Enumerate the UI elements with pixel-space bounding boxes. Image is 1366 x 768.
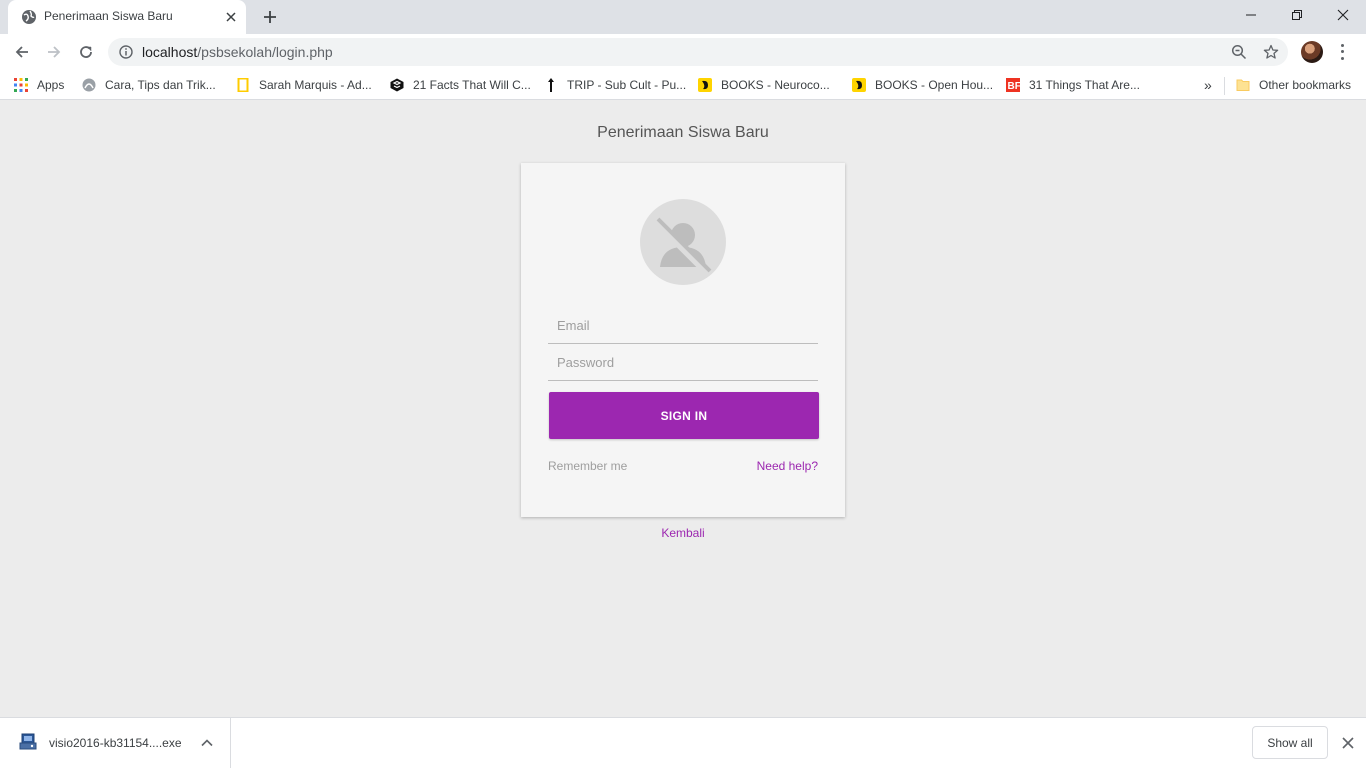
close-icon [1337,9,1349,21]
folder-icon [1236,78,1250,92]
address-bar[interactable]: localhost/psbsekolah/login.php [108,38,1288,66]
svg-text:BF: BF [1008,81,1021,92]
chevron-double-right-icon: » [1204,77,1212,93]
browser-menu-button[interactable] [1337,42,1347,62]
user-avatar-icon [640,199,726,285]
show-all-button[interactable]: Show all [1252,726,1328,759]
back-link[interactable]: Kembali [0,526,1366,540]
profile-avatar[interactable] [1301,41,1323,63]
chevron-up-icon[interactable] [199,735,215,751]
bookmark-item[interactable]: BOOKS - Open Hou... [852,76,993,94]
url-host: localhost [142,44,198,60]
password-input[interactable] [548,345,818,380]
bookmark-label: Cara, Tips dan Trik... [105,78,216,92]
download-shelf: visio2016-kb31154....exe Show all [0,717,1366,768]
bookmark-label: 31 Things That Are... [1029,78,1140,92]
tab-title: Penerimaan Siswa Baru [44,9,173,23]
bf-icon: BF [1006,78,1020,92]
download-item[interactable]: visio2016-kb31154....exe [0,718,231,768]
login-card: SIGN IN Remember me Need help? [521,163,845,517]
close-window-button[interactable] [1320,0,1366,30]
bookmark-item[interactable]: BF 31 Things That Are... [1006,76,1140,94]
page-title: Penerimaan Siswa Baru [597,124,769,141]
bookmark-label: BOOKS - Open Hou... [875,78,994,92]
site-icon [82,78,96,92]
info-icon[interactable] [119,45,133,59]
need-help-link[interactable]: Need help? [757,459,818,473]
reload-icon [80,46,92,58]
other-bookmarks-label: Other bookmarks [1259,78,1352,92]
url-text: localhost/psbsekolah/login.php [142,44,333,60]
bookmark-label: Apps [37,78,65,92]
arrow-left-icon [15,46,28,58]
bookmarks-overflow-button[interactable]: » [1204,76,1212,94]
email-field[interactable] [548,308,818,344]
url-path: /psbsekolah/login.php [197,44,333,60]
restore-icon [1292,10,1302,20]
minimize-icon [1246,14,1256,16]
natgeo-icon [236,78,250,92]
site-icon [852,78,866,92]
site-icon [698,78,712,92]
bookmark-label: TRIP - Sub Cult - Pu... [567,78,687,92]
bookmark-star-icon[interactable] [1263,44,1279,60]
globe-icon [22,10,36,24]
bookmark-label: 21 Facts That Will C... [413,78,531,92]
bookmark-item[interactable]: BOOKS - Neuroco... [698,76,830,94]
zoom-icon[interactable] [1231,44,1247,60]
minimize-button[interactable] [1228,0,1274,30]
close-tab-icon[interactable] [223,9,239,25]
download-file-name: visio2016-kb31154....exe [49,736,182,750]
apps-grid-icon [14,78,28,92]
reload-button[interactable] [74,40,98,64]
bookmark-label: BOOKS - Neuroco... [721,78,830,92]
bookmark-item[interactable]: TRIP - Sub Cult - Pu... [544,76,686,94]
installer-icon [19,733,37,750]
new-tab-icon[interactable] [260,7,280,27]
restore-button[interactable] [1274,0,1320,30]
bookmark-item[interactable]: Sarah Marquis - Ad... [236,76,372,94]
bookmarks-divider [1224,77,1225,95]
bookmarks-bar: Apps Cara, Tips dan Trik... Sarah Marqui… [0,70,1366,100]
site-icon [544,78,558,92]
bookmark-item[interactable]: 21 Facts That Will C... [390,76,531,94]
arrow-right-icon [48,46,61,58]
password-field[interactable] [548,345,818,381]
other-bookmarks[interactable]: Other bookmarks [1236,76,1351,94]
close-icon[interactable] [1340,735,1356,751]
sign-in-button[interactable]: SIGN IN [549,392,819,439]
browser-tab[interactable]: Penerimaan Siswa Baru [8,0,246,34]
bookmark-label: Sarah Marquis - Ad... [259,78,372,92]
bookmark-item[interactable]: Cara, Tips dan Trik... [82,76,216,94]
remember-me-checkbox[interactable]: Remember me [548,459,627,473]
tab-strip: Penerimaan Siswa Baru [0,0,1366,34]
back-button[interactable] [10,40,34,64]
browser-toolbar: localhost/psbsekolah/login.php [0,34,1366,70]
site-icon [390,78,404,92]
bookmark-apps[interactable]: Apps [14,76,64,94]
email-input[interactable] [548,308,818,343]
forward-button[interactable] [42,40,66,64]
